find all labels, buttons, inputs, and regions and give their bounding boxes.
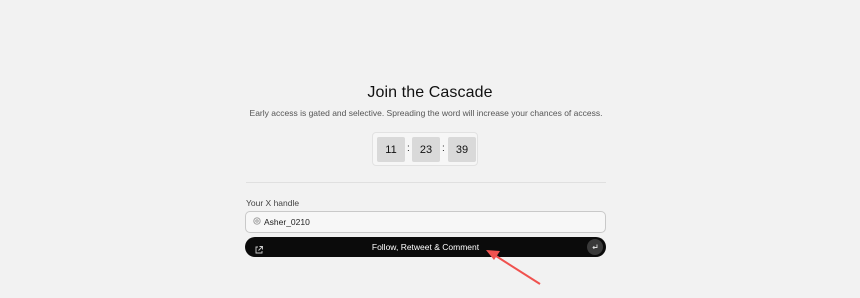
join-page: Join the Cascade Early access is gated a…: [0, 0, 860, 298]
annotation-arrow: [486, 250, 541, 285]
